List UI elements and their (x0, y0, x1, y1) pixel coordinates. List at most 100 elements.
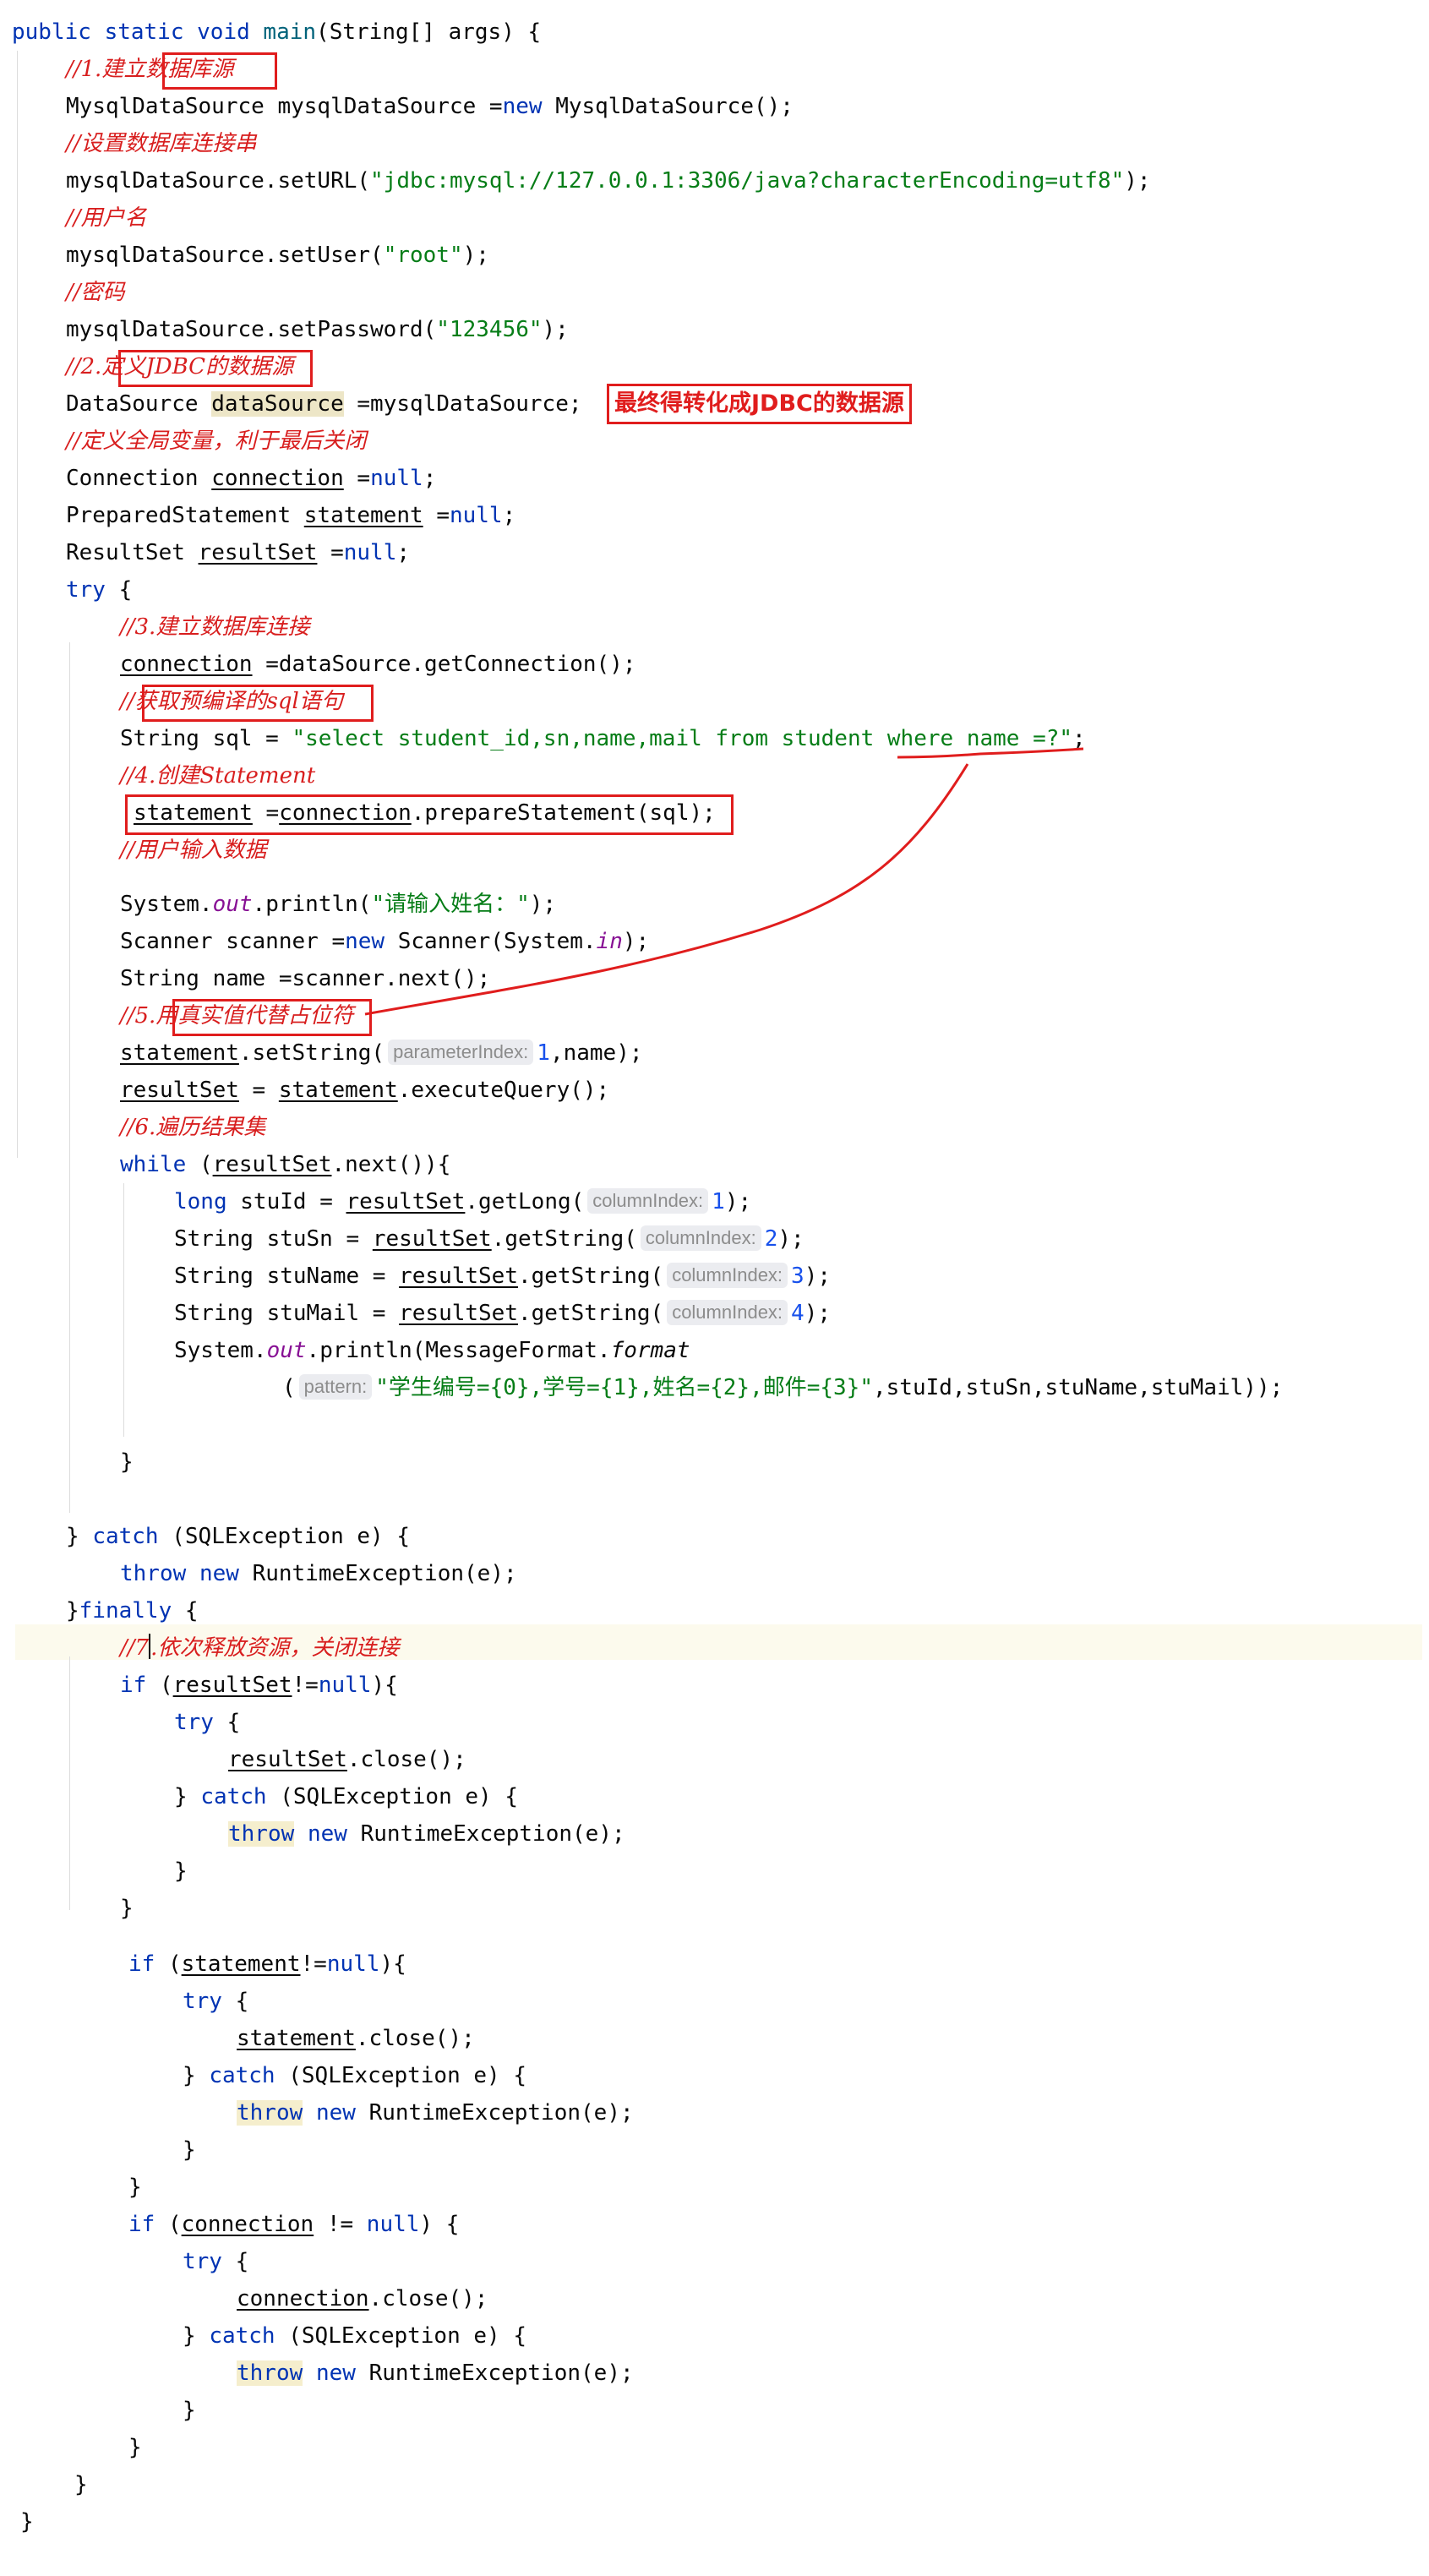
code-token: "select student_id,sn,name,mail from stu… (292, 726, 1073, 751)
code-token: //密码 (66, 280, 125, 305)
code-token: catch (92, 1524, 159, 1549)
code-token: .next()){ (331, 1152, 451, 1177)
code-token: connection (181, 2212, 314, 2237)
code-token: resultSet (228, 1747, 347, 1772)
code-line: statement.close(); (237, 2020, 475, 2057)
code-line: statement.setString(parameterIndex: 1,nam… (120, 1034, 643, 1072)
code-token: != (300, 1951, 327, 1977)
code-token: ) { (419, 2212, 460, 2237)
code-line: } catch (SQLException e) { (174, 1778, 518, 1815)
code-token: } (128, 2435, 142, 2460)
code-token: .依次释放资源，关闭连接 (150, 1635, 400, 1661)
code-token: ){ (379, 1951, 406, 1977)
code-token: RuntimeException(e); (368, 2360, 634, 2386)
code-token: mysqlDataSource.setURL( (66, 168, 371, 194)
code-token: throw (237, 2360, 303, 2386)
code-line: throw new RuntimeException(e); (237, 2355, 634, 2392)
code-line: String stuName = resultSet.getString(col… (174, 1258, 831, 1295)
indent-guide (69, 1656, 70, 1910)
code-token: ; (396, 540, 411, 565)
code-token: (SQLException e) { (280, 1784, 519, 1809)
code-token: null (326, 1951, 380, 1977)
indent-guide (123, 1183, 124, 1437)
code-token: ,name); (549, 1040, 643, 1066)
code-token: resultSet (372, 1226, 492, 1252)
code-token: .getString( (518, 1263, 664, 1289)
code-line: resultSet.close(); (228, 1741, 466, 1778)
code-line: } (128, 2169, 142, 2206)
code-line: if (connection != null) { (128, 2206, 459, 2243)
code-line: } (120, 1890, 134, 1927)
parameter-hint: columnIndex: (640, 1225, 761, 1251)
code-line: //7.依次释放资源，关闭连接 (120, 1629, 399, 1667)
code-token: ); (777, 1226, 804, 1252)
code-token: String stuName = (174, 1263, 386, 1289)
code-token: dataSource (211, 391, 344, 417)
code-token: try (66, 577, 106, 603)
code-editor[interactable]: public static void main(String[] args) {… (0, 0, 1429, 2576)
code-line: System.out.println(MessageFormat.format (174, 1332, 690, 1369)
code-line: //6.遍历结果集 (120, 1109, 265, 1146)
code-token: ){ (371, 1673, 398, 1698)
code-token: new (199, 1561, 239, 1586)
code-token: throw (228, 1821, 295, 1847)
code-token: .close(); (368, 2286, 488, 2311)
code-token: null (449, 503, 503, 528)
code-token: System. (120, 892, 213, 917)
code-token: resultSet (212, 1152, 332, 1177)
code-token: } (183, 2323, 196, 2349)
code-line: } (74, 2466, 88, 2503)
code-line: } (183, 2392, 196, 2429)
code-token: String sql = (120, 726, 279, 751)
code-token: //7 (120, 1635, 150, 1661)
code-token: } (74, 2472, 88, 2497)
code-token: mysqlDataSource.setUser( (66, 243, 384, 268)
parameter-hint: pattern: (298, 1374, 373, 1400)
code-token: mysqlDataSource.setPassword( (66, 317, 437, 342)
code-token: if (128, 2212, 155, 2237)
annotation-box-datasource (162, 52, 277, 90)
code-token: catch (200, 1784, 267, 1809)
code-token: != (326, 2212, 354, 2237)
code-token: "jdbc:mysql://127.0.0.1:3306/java?charac… (370, 168, 1125, 194)
code-token: ( (199, 1152, 213, 1177)
code-token: "请输入姓名：" (371, 892, 530, 917)
code-line: //密码 (66, 274, 125, 311)
code-token: Connection (66, 466, 199, 491)
code-token: "学生编号={0},学号={1},姓名={2},邮件={3}" (375, 1375, 873, 1400)
code-token: .println( (252, 892, 372, 917)
code-token: } (120, 1896, 134, 1921)
code-token: .getString( (518, 1301, 664, 1326)
code-token: //设置数据库连接串 (66, 131, 257, 156)
code-line: mysqlDataSource.setPassword("123456"); (66, 311, 569, 348)
code-token: new (502, 94, 543, 119)
code-line: System.out.println("请输入姓名："); (120, 886, 556, 923)
code-line: //定义全局变量，利于最后关闭 (66, 423, 367, 460)
code-token: { (184, 1598, 199, 1624)
code-line: PreparedStatement statement =null; (66, 497, 515, 534)
code-token: ; (502, 503, 516, 528)
code-line: } catch (SQLException e) { (66, 1518, 410, 1555)
code-token: { (118, 577, 133, 603)
code-token: .setString( (238, 1040, 385, 1066)
code-line: try { (183, 1983, 248, 2020)
code-token: "root" (383, 243, 463, 268)
code-token: //定义全局变量，利于最后关闭 (66, 428, 367, 454)
code-token: //6.遍历结果集 (120, 1115, 266, 1140)
code-line: }finally { (66, 1592, 199, 1629)
code-token: MysqlDataSource(); (555, 94, 794, 119)
code-token: 1 (712, 1189, 725, 1214)
code-token: } (20, 2509, 34, 2535)
code-token: String stuSn = (174, 1226, 360, 1252)
code-token: throw (120, 1561, 187, 1586)
code-line: } (20, 2503, 34, 2541)
code-token: } (120, 1449, 134, 1475)
code-token: .close(); (346, 1747, 466, 1772)
code-token: if (120, 1673, 147, 1698)
code-token: null (370, 466, 423, 491)
code-token: try (183, 2249, 222, 2274)
code-line: String stuSn = resultSet.getString(colum… (174, 1220, 804, 1258)
code-token: connection (211, 466, 344, 491)
code-line: MysqlDataSource mysqlDataSource =new Mys… (66, 88, 794, 125)
code-line: throw new RuntimeException(e); (237, 2094, 634, 2131)
